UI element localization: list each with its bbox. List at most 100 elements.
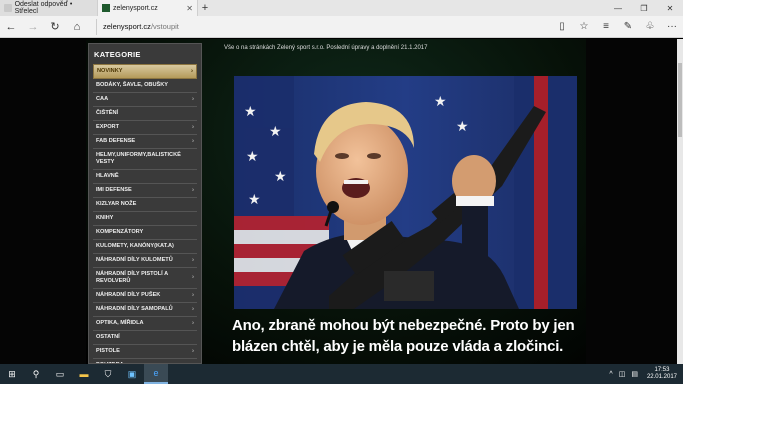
category-label: PISTOLE bbox=[96, 348, 120, 354]
windows-taskbar: ⊞ ⚲ ▭ ▬ ⛉ ▣ e ^ ◫ ▤ 17:53 22.01.2017 bbox=[0, 364, 683, 384]
meme-caption: Ano, zbraně mohou být nebezpečné. Proto … bbox=[232, 315, 592, 357]
close-tab-icon[interactable]: ✕ bbox=[186, 4, 193, 13]
category-item[interactable]: NOVINKY › bbox=[93, 64, 197, 79]
search-icon[interactable]: ⚲ bbox=[24, 364, 48, 384]
toolbar-icons: ▯ ☆ ≡ ✎ ♧ ··· bbox=[551, 16, 683, 38]
category-label: KULOMETY, KANÓNY(KAT.A) bbox=[96, 243, 174, 249]
address-bar: ← → ↻ ⌂ zelenysport.cz /vstoupit ▯ ☆ ≡ ✎… bbox=[0, 16, 683, 38]
screen: Odeslat odpověď • Střelecl zelenysport.c… bbox=[0, 0, 683, 384]
category-item[interactable]: HLAVNĚ bbox=[93, 170, 197, 184]
minimize-icon[interactable]: — bbox=[605, 0, 631, 16]
reading-view-icon[interactable]: ▯ bbox=[551, 16, 573, 38]
category-item[interactable]: NÁHRADNÍ DÍLY KULOMETŮ › bbox=[93, 254, 197, 268]
category-label: HLAVNĚ bbox=[96, 173, 119, 179]
category-label: NÁHRADNÍ DÍLY PUŠEK bbox=[96, 292, 161, 298]
category-item[interactable]: KIZLYAR NOŽE bbox=[93, 198, 197, 212]
page-content: KATEGORIE NOVINKY › BODÁKY, ŠAVLE, OBUŠKY C… bbox=[0, 39, 683, 364]
system-tray: ^ ◫ ▤ 17:53 22.01.2017 bbox=[606, 367, 683, 381]
new-tab-button[interactable]: + bbox=[198, 0, 212, 16]
category-item[interactable]: NÁHRADNÍ DÍLY SAMOPALŮ › bbox=[93, 303, 197, 317]
chevron-right-icon: › bbox=[192, 306, 194, 312]
svg-text:★: ★ bbox=[456, 118, 469, 134]
chevron-right-icon: › bbox=[192, 292, 194, 298]
meme-illustration: ★ ★ ★ ★ ★ ★ ★ bbox=[234, 76, 577, 309]
category-list: NOVINKY › BODÁKY, ŠAVLE, OBUŠKY CAA › ČIŠTĚNÍ… bbox=[89, 64, 201, 363]
category-label: CAA bbox=[96, 96, 109, 102]
home-icon[interactable]: ⌂ bbox=[66, 16, 88, 38]
chevron-right-icon: › bbox=[192, 187, 194, 193]
start-windows-icon[interactable]: ⊞ bbox=[0, 364, 24, 384]
tab-odeslat[interactable]: Odeslat odpověď • Střelecl bbox=[0, 0, 98, 16]
tab-bar: Odeslat odpověď • Střelecl zelenysport.c… bbox=[0, 0, 683, 16]
chevron-right-icon: › bbox=[192, 257, 194, 263]
task-view-icon[interactable]: ▭ bbox=[48, 364, 72, 384]
category-item[interactable]: NÁHRADNÍ DÍLY PUŠEK › bbox=[93, 289, 197, 303]
category-item[interactable]: ČIŠTĚNÍ bbox=[93, 107, 197, 121]
clock[interactable]: 17:53 22.01.2017 bbox=[641, 367, 683, 381]
network-icon[interactable]: ◫ bbox=[616, 370, 629, 378]
maximize-icon[interactable]: ❐ bbox=[631, 0, 657, 16]
chevron-right-icon: › bbox=[192, 274, 194, 281]
category-item[interactable]: FAB DEFENSE › bbox=[93, 135, 197, 149]
category-label: BODÁKY, ŠAVLE, OBUŠKY bbox=[96, 82, 169, 88]
category-label: NÁHRADNÍ DÍLY SAMOPALŮ bbox=[96, 306, 173, 312]
window-controls: — ❐ ✕ bbox=[605, 0, 683, 16]
close-window-icon[interactable]: ✕ bbox=[657, 0, 683, 16]
caption-line-2: blázen chtěl, aby je měla pouze vláda a … bbox=[232, 338, 564, 355]
tray-chevron-icon[interactable]: ^ bbox=[606, 371, 615, 378]
tab-title: Odeslat odpověď • Střelecl bbox=[14, 1, 73, 15]
share-icon[interactable]: ♧ bbox=[639, 16, 661, 38]
category-item[interactable]: KOMPENZÁTORY bbox=[93, 226, 197, 240]
svg-text:★: ★ bbox=[244, 103, 257, 119]
url-domain: zelenysport.cz bbox=[103, 22, 151, 31]
edge-browser-icon[interactable]: e bbox=[144, 364, 168, 384]
category-item[interactable]: KNIHY bbox=[93, 212, 197, 226]
category-item[interactable]: CAA › bbox=[93, 93, 197, 107]
scrollbar-thumb[interactable] bbox=[678, 63, 682, 137]
category-item[interactable]: OPTIKA, MÍŘIDLA › bbox=[93, 317, 197, 331]
category-item[interactable]: EXPORT › bbox=[93, 121, 197, 135]
category-item[interactable]: IMI DEFENSE › bbox=[93, 184, 197, 198]
category-label: KIZLYAR NOŽE bbox=[96, 201, 137, 207]
notification-icon[interactable]: ▤ bbox=[628, 370, 641, 378]
hub-icon[interactable]: ≡ bbox=[595, 16, 617, 38]
svg-text:★: ★ bbox=[248, 191, 261, 207]
chevron-right-icon: › bbox=[192, 96, 194, 102]
file-explorer-icon[interactable]: ▬ bbox=[72, 364, 96, 384]
forward-icon[interactable]: → bbox=[22, 16, 44, 38]
sidebar-title: KATEGORIE bbox=[94, 49, 141, 59]
url-field[interactable]: zelenysport.cz /vstoupit bbox=[96, 18, 536, 35]
refresh-icon[interactable]: ↻ bbox=[44, 16, 66, 38]
store-icon[interactable]: ⛉ bbox=[96, 364, 120, 384]
chevron-right-icon: › bbox=[192, 138, 194, 144]
category-item[interactable]: NÁHRADNÍ DÍLY PISTOLÍ A REVOLVERŮ › bbox=[93, 268, 197, 289]
category-label: IMI DEFENSE bbox=[96, 187, 132, 193]
category-item[interactable]: OSTATNÍ bbox=[93, 331, 197, 345]
blank-bottom-area bbox=[0, 384, 768, 432]
category-label: NÁHRADNÍ DÍLY PISTOLÍ A REVOLVERŮ bbox=[96, 271, 168, 284]
category-item[interactable]: HELMY,UNIFORMY,BALISTICKÉ VESTY bbox=[93, 149, 197, 170]
blank-right-area bbox=[683, 0, 768, 432]
category-label: KOMPENZÁTORY bbox=[96, 229, 144, 235]
svg-text:★: ★ bbox=[274, 168, 287, 184]
web-note-icon[interactable]: ✎ bbox=[617, 16, 639, 38]
chevron-right-icon: › bbox=[192, 348, 194, 354]
zelenysport-favicon-icon bbox=[102, 4, 110, 12]
category-label: KNIHY bbox=[96, 215, 114, 221]
update-notice: Vše o na stránkách Zelený sport s.r.o. P… bbox=[224, 45, 428, 51]
meme-photo: ★ ★ ★ ★ ★ ★ ★ bbox=[234, 76, 577, 309]
more-icon[interactable]: ··· bbox=[661, 16, 683, 38]
category-item[interactable]: PISTOLE › bbox=[93, 345, 197, 359]
back-icon[interactable]: ← bbox=[0, 16, 22, 38]
category-sidebar: KATEGORIE NOVINKY › BODÁKY, ŠAVLE, OBUŠKY C… bbox=[88, 43, 202, 364]
chevron-right-icon: › bbox=[191, 68, 193, 74]
remote-desktop-icon[interactable]: ▣ bbox=[120, 364, 144, 384]
tab-zelenysport[interactable]: zelenysport.cz ✕ bbox=[98, 0, 198, 16]
category-item[interactable]: BODÁKY, ŠAVLE, OBUŠKY bbox=[93, 79, 197, 93]
category-label: OPTIKA, MÍŘIDLA bbox=[96, 320, 144, 326]
category-item[interactable]: KULOMETY, KANÓNY(KAT.A) bbox=[93, 240, 197, 254]
url-path: /vstoupit bbox=[150, 22, 179, 31]
category-label: NOVINKY bbox=[97, 68, 123, 74]
favorite-star-icon[interactable]: ☆ bbox=[573, 16, 595, 38]
category-label: ČIŠTĚNÍ bbox=[96, 110, 119, 116]
